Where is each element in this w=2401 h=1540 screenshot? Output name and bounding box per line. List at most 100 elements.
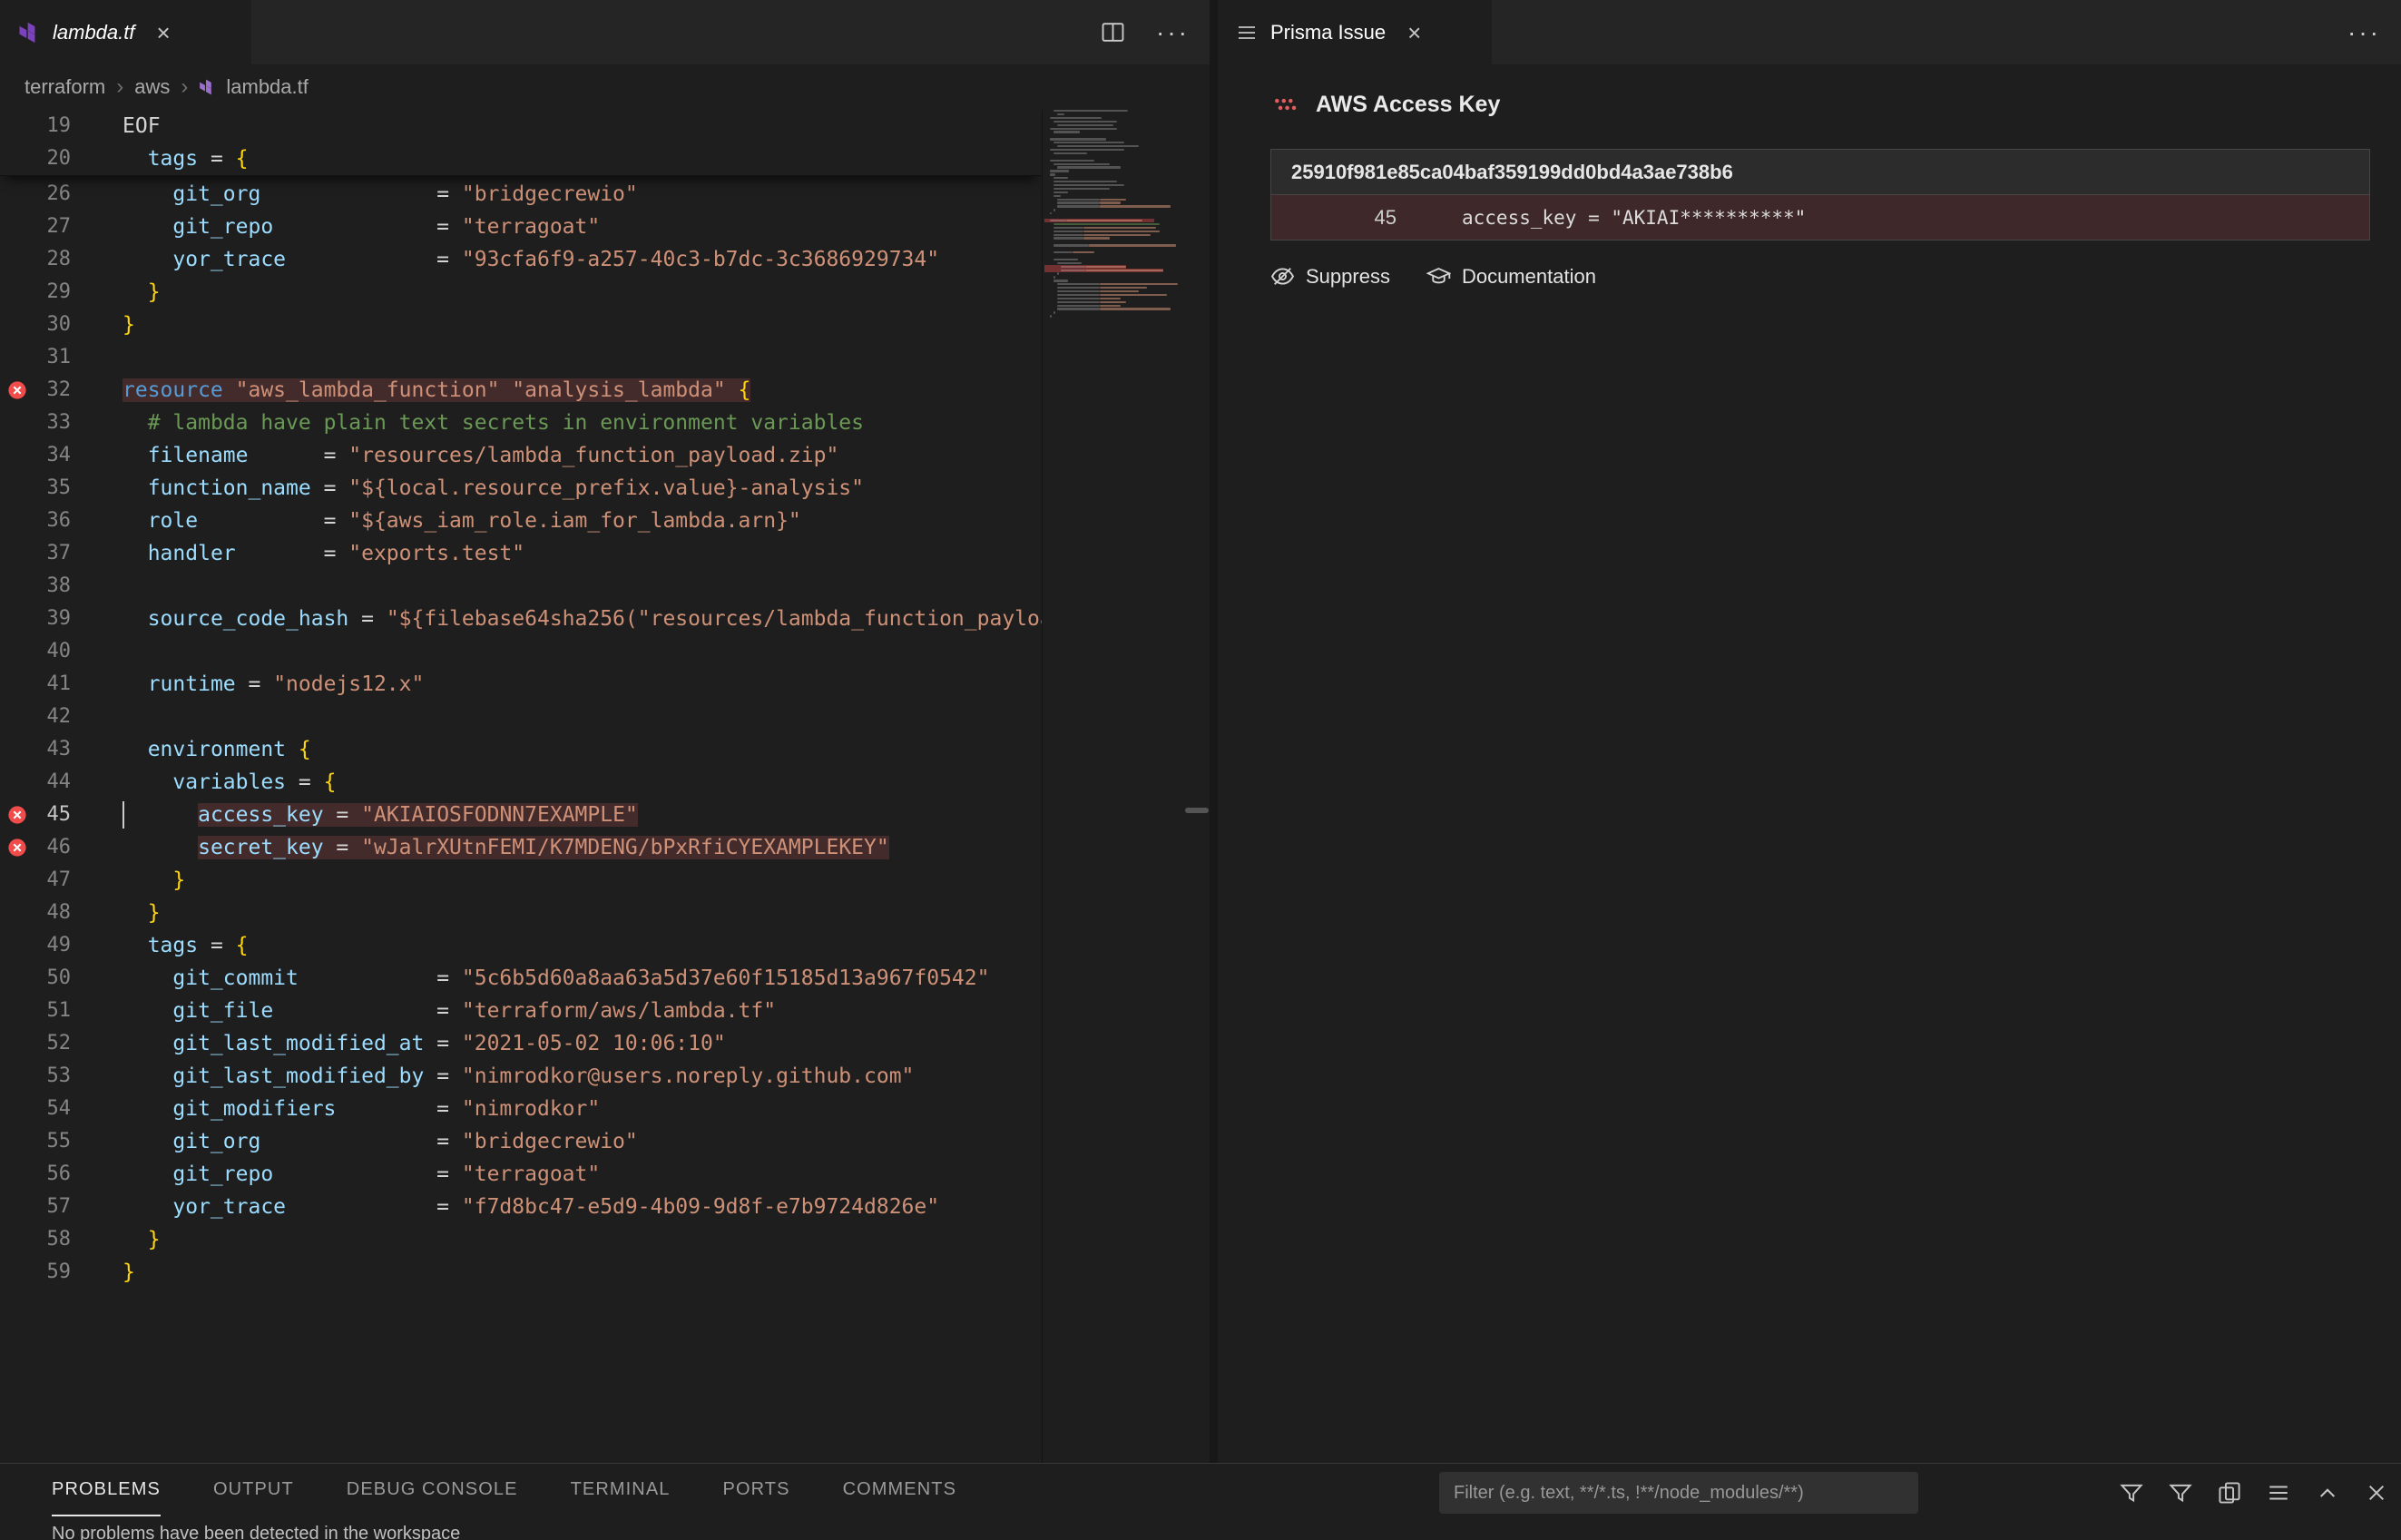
chevron-up-icon[interactable] [2316, 1481, 2339, 1505]
code-line-27[interactable]: 27 git_repo = "terragoat" [0, 211, 1042, 243]
finding-hash-row[interactable]: 25910f981e85ca04baf359199dd0bd4a3ae738b6 [1271, 150, 2369, 195]
code-line-43[interactable]: 43 environment { [0, 733, 1042, 766]
panel-tab-ports[interactable]: PORTS [723, 1464, 790, 1516]
line-number[interactable]: 34 [0, 439, 71, 472]
more-icon[interactable]: ··· [1156, 24, 1190, 42]
close-icon[interactable] [2365, 1481, 2388, 1505]
filter-icon[interactable] [2120, 1481, 2143, 1505]
more-icon[interactable]: ··· [2347, 24, 2381, 42]
code-line-56[interactable]: 56 git_repo = "terragoat" [0, 1158, 1042, 1191]
line-number[interactable]: 29 [0, 276, 71, 309]
problems-filter-input[interactable] [1439, 1472, 1918, 1514]
split-editor-icon[interactable] [1101, 20, 1125, 44]
panel-tab-output[interactable]: OUTPUT [213, 1464, 294, 1516]
line-number[interactable]: 27 [0, 211, 71, 243]
code-line-45[interactable]: 45 access_key = "AKIAIOSFODNN7EXAMPLE" [0, 799, 1042, 831]
copy-icon[interactable] [2218, 1481, 2241, 1505]
code-line-54[interactable]: 54 git_modifiers = "nimrodkor" [0, 1093, 1042, 1125]
code-line-49[interactable]: 49 tags = { [0, 929, 1042, 962]
line-number[interactable]: 42 [0, 701, 71, 733]
line-number[interactable]: 43 [0, 733, 71, 766]
code-line-38[interactable]: 38 [0, 570, 1042, 603]
line-number[interactable]: 54 [0, 1093, 71, 1125]
line-number[interactable]: 30 [0, 309, 71, 341]
code-line-32[interactable]: 32resource "aws_lambda_function" "analys… [0, 374, 1042, 407]
code-line-58[interactable]: 58 } [0, 1223, 1042, 1256]
panel-tab-terminal[interactable]: TERMINAL [571, 1464, 671, 1516]
line-number[interactable]: 36 [0, 505, 71, 537]
code-line-26[interactable]: 26 git_org = "bridgecrewio" [0, 178, 1042, 211]
code-line-59[interactable]: 59} [0, 1256, 1042, 1289]
line-number[interactable]: 32 [0, 374, 71, 407]
finding-row[interactable]: 45 access_key = "AKIAI**********" [1271, 195, 2369, 240]
code-line-19[interactable]: 19EOF [0, 110, 1042, 142]
code-line-33[interactable]: 33 # lambda have plain text secrets in e… [0, 407, 1042, 439]
panel-tab-problems[interactable]: PROBLEMS [52, 1464, 161, 1516]
line-number[interactable]: 47 [0, 864, 71, 897]
line-number[interactable]: 20 [0, 142, 71, 175]
code-line-34[interactable]: 34 filename = "resources/lambda_function… [0, 439, 1042, 472]
code-line-51[interactable]: 51 git_file = "terraform/aws/lambda.tf" [0, 995, 1042, 1027]
sash-handle[interactable] [1185, 808, 1209, 813]
line-number[interactable]: 49 [0, 929, 71, 962]
minimap[interactable] [1042, 110, 1181, 1463]
line-number[interactable]: 38 [0, 570, 71, 603]
line-number[interactable]: 53 [0, 1060, 71, 1093]
code-line-47[interactable]: 47 } [0, 864, 1042, 897]
line-number[interactable]: 35 [0, 472, 71, 505]
breadcrumb-item-aws[interactable]: aws [134, 75, 170, 99]
line-number[interactable]: 37 [0, 537, 71, 570]
code-line-40[interactable]: 40 [0, 635, 1042, 668]
line-number[interactable]: 48 [0, 897, 71, 929]
editor-group-divider[interactable] [1210, 0, 1218, 1463]
tab-lambda-tf[interactable]: lambda.tf × [0, 0, 251, 64]
close-icon[interactable]: × [157, 21, 171, 44]
line-number[interactable]: 31 [0, 341, 71, 374]
tab-prisma-issue[interactable]: Prisma Issue × [1218, 0, 1492, 64]
code-line-20[interactable]: 20 tags = { [0, 142, 1042, 175]
line-number[interactable]: 52 [0, 1027, 71, 1060]
panel-tab-debug-console[interactable]: DEBUG CONSOLE [347, 1464, 518, 1516]
code-line-39[interactable]: 39 source_code_hash = "${filebase64sha25… [0, 603, 1042, 635]
code-line-30[interactable]: 30} [0, 309, 1042, 341]
line-number[interactable]: 51 [0, 995, 71, 1027]
code-line-48[interactable]: 48 } [0, 897, 1042, 929]
line-number[interactable]: 19 [0, 110, 71, 142]
line-number[interactable]: 45 [0, 799, 71, 831]
code-line-50[interactable]: 50 git_commit = "5c6b5d60a8aa63a5d37e60f… [0, 962, 1042, 995]
list-menu-icon[interactable] [2267, 1481, 2290, 1505]
line-number[interactable]: 50 [0, 962, 71, 995]
line-number[interactable]: 28 [0, 243, 71, 276]
line-number[interactable]: 46 [0, 831, 71, 864]
line-number[interactable]: 57 [0, 1191, 71, 1223]
code-line-37[interactable]: 37 handler = "exports.test" [0, 537, 1042, 570]
code-line-46[interactable]: 46 secret_key = "wJalrXUtnFEMI/K7MDENG/b… [0, 831, 1042, 864]
breadcrumb-item-terraform[interactable]: terraform [24, 75, 105, 99]
code-line-29[interactable]: 29 } [0, 276, 1042, 309]
code-line-42[interactable]: 42 [0, 701, 1042, 733]
line-number[interactable]: 44 [0, 766, 71, 799]
code-line-28[interactable]: 28 yor_trace = "93cfa6f9-a257-40c3-b7dc-… [0, 243, 1042, 276]
code-line-41[interactable]: 41 runtime = "nodejs12.x" [0, 668, 1042, 701]
code-line-53[interactable]: 53 git_last_modified_by = "nimrodkor@use… [0, 1060, 1042, 1093]
panel-tab-comments[interactable]: COMMENTS [843, 1464, 956, 1516]
line-number[interactable]: 40 [0, 635, 71, 668]
line-number[interactable]: 55 [0, 1125, 71, 1158]
code-line-57[interactable]: 57 yor_trace = "f7d8bc47-e5d9-4b09-9d8f-… [0, 1191, 1042, 1223]
suppress-button[interactable]: Suppress [1270, 264, 1390, 289]
breadcrumb-item-lambda.tf[interactable]: lambda.tf [226, 75, 309, 99]
code-line-36[interactable]: 36 role = "${aws_iam_role.iam_for_lambda… [0, 505, 1042, 537]
code-line-31[interactable]: 31 [0, 341, 1042, 374]
code-line-52[interactable]: 52 git_last_modified_at = "2021-05-02 10… [0, 1027, 1042, 1060]
line-number[interactable]: 33 [0, 407, 71, 439]
line-number[interactable]: 56 [0, 1158, 71, 1191]
documentation-button[interactable]: Documentation [1426, 264, 1596, 289]
line-number[interactable]: 26 [0, 178, 71, 211]
line-number[interactable]: 41 [0, 668, 71, 701]
code-line-44[interactable]: 44 variables = { [0, 766, 1042, 799]
line-number[interactable]: 59 [0, 1256, 71, 1289]
line-number[interactable]: 58 [0, 1223, 71, 1256]
filter-icon[interactable] [2169, 1481, 2192, 1505]
close-icon[interactable]: × [1407, 21, 1421, 44]
code-line-35[interactable]: 35 function_name = "${local.resource_pre… [0, 472, 1042, 505]
